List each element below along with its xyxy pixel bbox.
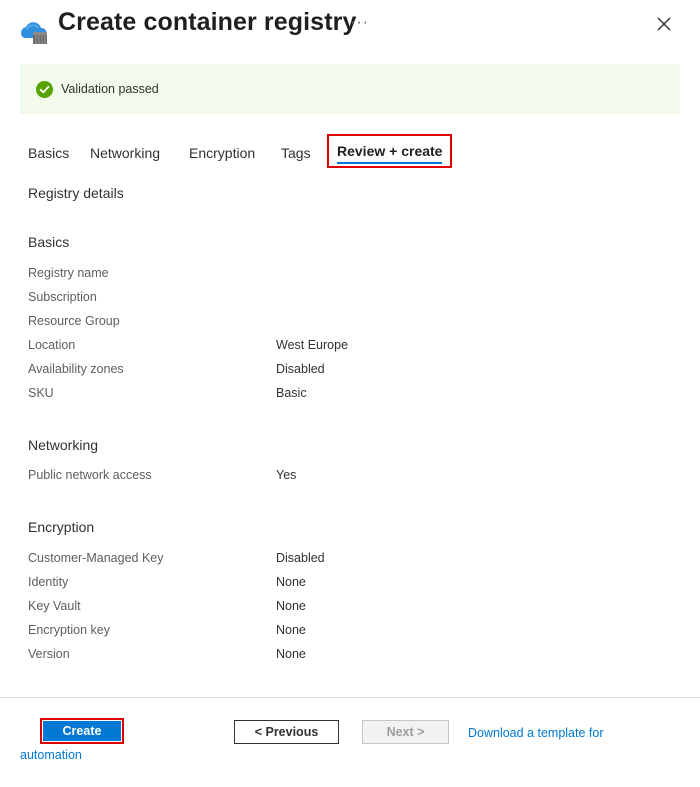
detail-row-encryption-key: Encryption key None — [28, 623, 668, 643]
detail-label: Location — [28, 338, 76, 352]
tab-tags[interactable]: Tags — [281, 138, 311, 168]
detail-row-version: Version None — [28, 647, 668, 667]
create-container-registry-blade: Create container registry ··· Validation… — [0, 0, 700, 787]
detail-label: Key Vault — [28, 599, 81, 613]
check-circle-icon — [36, 80, 53, 98]
tab-basics[interactable]: Basics — [28, 138, 69, 168]
detail-value: Basic — [276, 386, 307, 400]
detail-value: Disabled — [276, 551, 325, 565]
close-icon[interactable] — [654, 14, 674, 34]
next-button[interactable]: Next > — [362, 720, 449, 744]
detail-label: Public network access — [28, 468, 152, 482]
detail-value: None — [276, 647, 306, 661]
footer-divider — [0, 697, 700, 698]
detail-row-registry-name: Registry name — [28, 266, 668, 286]
detail-label: SKU — [28, 386, 54, 400]
detail-value: West Europe — [276, 338, 349, 352]
tab-label: Networking — [90, 145, 161, 161]
detail-label: Customer-Managed Key — [28, 551, 164, 565]
tab-review-create[interactable]: Review + create — [327, 134, 453, 168]
registry-details-heading: Registry details — [28, 185, 124, 201]
previous-button[interactable]: < Previous — [234, 720, 339, 744]
detail-row-sku: SKU Basic — [28, 386, 668, 406]
detail-row-subscription: Subscription — [28, 290, 668, 310]
tab-label: Review + create — [337, 143, 443, 164]
tab-label: Basics — [28, 145, 70, 161]
detail-label: Version — [28, 647, 70, 661]
detail-row-identity: Identity None — [28, 575, 668, 595]
detail-label: Availability zones — [28, 362, 124, 376]
detail-value: Disabled — [276, 362, 325, 376]
detail-row-availability-zones: Availability zones Disabled — [28, 362, 668, 382]
detail-row-key-vault: Key Vault None — [28, 599, 668, 619]
detail-value: None — [276, 575, 306, 589]
validation-banner: Validation passed — [20, 64, 680, 114]
validation-message: Validation passed — [61, 82, 159, 96]
encryption-heading: Encryption — [28, 519, 95, 535]
detail-row-public-network-access: Public network access Yes — [28, 468, 668, 488]
detail-value: None — [276, 599, 306, 613]
basics-heading: Basics — [28, 234, 70, 250]
tab-label: Tags — [281, 145, 311, 161]
more-options-icon[interactable]: ··· — [350, 14, 369, 32]
detail-label: Identity — [28, 575, 69, 589]
networking-heading: Networking — [28, 437, 99, 453]
detail-label: Subscription — [28, 290, 97, 304]
detail-label: Resource Group — [28, 314, 120, 328]
tab-networking[interactable]: Networking — [90, 138, 160, 168]
detail-row-location: Location West Europe — [28, 338, 668, 358]
container-registry-cloud-icon — [18, 18, 50, 46]
tab-encryption[interactable]: Encryption — [189, 138, 255, 168]
create-button[interactable]: Create — [43, 721, 121, 741]
page-title: Create container registry — [58, 8, 357, 36]
detail-value: Yes — [276, 468, 297, 482]
detail-row-customer-managed-key: Customer-Managed Key Disabled — [28, 551, 668, 571]
detail-row-resource-group: Resource Group — [28, 314, 668, 334]
detail-label: Registry name — [28, 266, 109, 280]
detail-label: Encryption key — [28, 623, 110, 637]
tab-label: Encryption — [189, 145, 256, 161]
detail-value: None — [276, 623, 306, 637]
